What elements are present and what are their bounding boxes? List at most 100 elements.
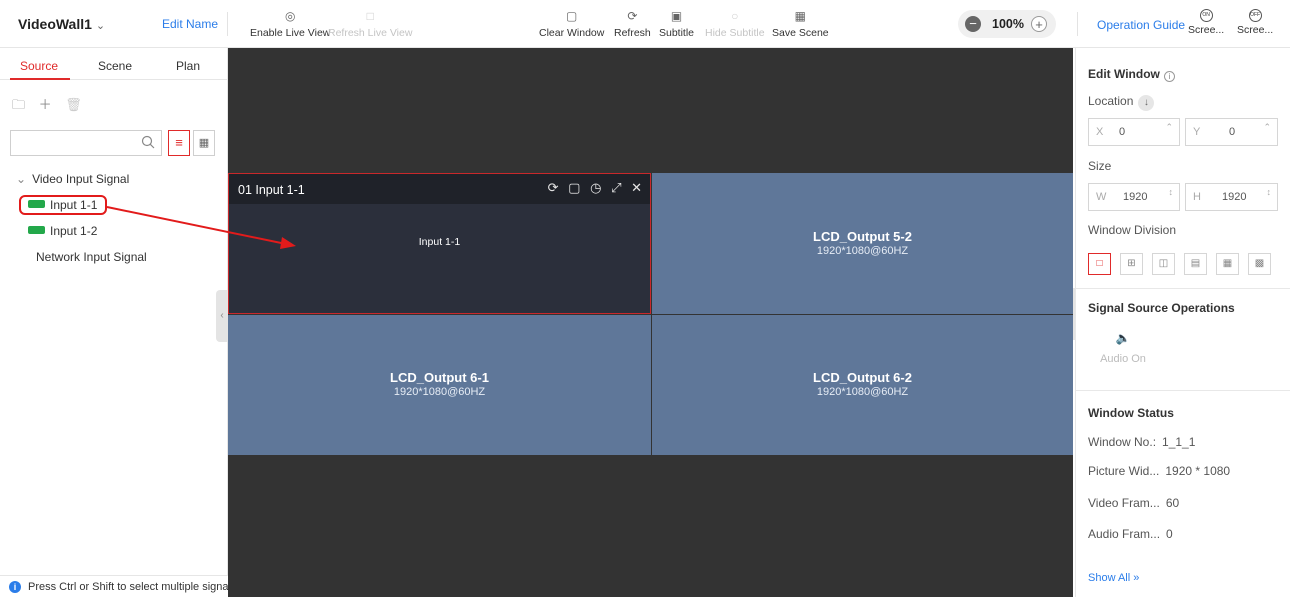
tree-item-input-1-2[interactable]: Input 1-2 — [28, 224, 97, 238]
maximize-icon[interactable]: ⤢ — [611, 180, 621, 195]
close-icon[interactable]: ✕ — [631, 180, 642, 195]
collapse-left-handle[interactable]: ‹ — [216, 290, 228, 342]
window-title: 01 Input 1-1 — [238, 183, 305, 197]
grid-view-button[interactable]: ▦ — [193, 130, 215, 156]
hide-subtitle-button[interactable]: ○ Hide Subtitle — [705, 8, 765, 39]
screen-resolution: 1920*1080@60HZ — [816, 245, 909, 257]
window-header: 01 Input 1-1 ⟳ ▢ ◷ ⤢ ✕ — [229, 174, 650, 204]
screen-on-button[interactable]: ON Scree... — [1188, 9, 1224, 36]
tree-item-input-1-1[interactable]: Input 1-1 — [28, 198, 97, 212]
audio-on-label: Audio On — [1100, 353, 1146, 365]
screen-resolution: 1920*1080@60HZ — [393, 386, 486, 398]
division-4-button[interactable]: ⊞ — [1120, 253, 1143, 275]
operation-guide-link[interactable]: Operation Guide — [1097, 18, 1185, 32]
status-window-no: Window No.: 1_1_1 — [1088, 435, 1195, 449]
tree-item-network-input[interactable]: Network Input Signal — [36, 250, 147, 264]
save-scene-button[interactable]: ▦ Save Scene — [772, 8, 829, 39]
enable-live-view-label: Enable Live View — [250, 27, 331, 39]
window-controls: ⟳ ▢ ◷ ⤢ ✕ — [542, 180, 642, 196]
screen-lcd-output-5-2[interactable]: LCD_Output 5-2 1920*1080@60HZ — [652, 173, 1073, 314]
zoom-in-button[interactable]: + — [1031, 16, 1047, 32]
stepper-icon[interactable]: ↕ — [1267, 187, 1272, 197]
top-toolbar: VideoWall1 ⌄ Edit Name ◎ Enable Live View… — [0, 0, 1290, 48]
power-on-icon: ON — [1199, 9, 1213, 22]
status-label: Audio Fram... — [1088, 527, 1161, 541]
signal-ops-title: Signal Source Operations — [1088, 301, 1235, 315]
download-icon[interactable]: ↓ — [1138, 95, 1155, 111]
size-label: Size — [1088, 159, 1112, 173]
x-position-input[interactable]: X 0 ⌃ — [1088, 118, 1180, 146]
search-input[interactable] — [10, 130, 162, 156]
screen-resolution: 1920*1080@60HZ — [816, 386, 909, 398]
tab-plan[interactable]: Plan — [176, 59, 200, 73]
toolbar-divider — [227, 12, 228, 36]
h-value: 1920 — [1222, 191, 1247, 203]
screen-lcd-output-6-1[interactable]: LCD_Output 6-1 1920*1080@60HZ — [228, 315, 651, 455]
enable-live-view-button[interactable]: ◎ Enable Live View — [250, 8, 330, 39]
videowall-selector[interactable]: VideoWall1 ⌄ — [18, 16, 105, 32]
tree-item-label: Network Input Signal — [36, 250, 147, 264]
zoom-out-button[interactable]: − — [965, 16, 981, 32]
refresh-live-view-label: Refresh Live View — [328, 27, 413, 39]
y-position-input[interactable]: Y 0 ⌃ — [1185, 118, 1278, 146]
screen-name: LCD_Output 5-2 — [813, 229, 912, 244]
x-value: 0 — [1119, 126, 1126, 138]
save-scene-label: Save Scene — [772, 27, 829, 39]
audio-on-button[interactable]: 🔈 Audio On — [1088, 331, 1158, 365]
h-label: H — [1193, 191, 1201, 203]
delete-icon[interactable]: 🗑 — [65, 97, 82, 112]
tab-scene[interactable]: Scene — [98, 59, 132, 73]
clear-window-button[interactable]: ▢ Clear Window — [539, 8, 604, 39]
screen-off-button[interactable]: OFF Scree... — [1237, 9, 1273, 36]
division-pip-button[interactable]: ◫ — [1152, 253, 1175, 275]
info-circle-icon[interactable]: i — [1163, 71, 1175, 82]
division-9-button[interactable]: ▩ — [1248, 253, 1271, 275]
videowall-name: VideoWall1 — [18, 16, 92, 32]
eye-icon: ◎ — [284, 9, 296, 23]
division-1-button[interactable]: □ — [1088, 253, 1111, 275]
tab-source[interactable]: Source — [20, 59, 58, 73]
refresh-button[interactable]: ⟳ Refresh — [614, 8, 651, 39]
subtitle-button[interactable]: ▣ Subtitle — [659, 8, 694, 39]
status-value: 1920 * 1080 — [1165, 464, 1231, 478]
clear-window-label: Clear Window — [539, 27, 605, 39]
edit-name-link[interactable]: Edit Name — [162, 17, 218, 31]
division-bottom-button[interactable]: ▤ — [1184, 253, 1207, 275]
stepper-icon[interactable]: ⌃ — [1165, 122, 1173, 133]
stepper-icon[interactable]: ↕ — [1169, 187, 1174, 197]
screen-off-label: Scree... — [1237, 24, 1274, 36]
location-label: Location — [1088, 94, 1134, 108]
list-view-button[interactable]: ≡ — [168, 130, 190, 156]
division-6-button[interactable]: ▦ — [1216, 253, 1239, 275]
w-value: 1920 — [1123, 191, 1148, 203]
height-input[interactable]: H 1920 ↕ — [1185, 183, 1278, 211]
add-icon[interactable]: ＋ — [39, 97, 52, 112]
chevron-down-icon: ⌄ — [16, 172, 27, 186]
width-input[interactable]: W 1920 ↕ — [1088, 183, 1180, 211]
edit-window-label: Edit Window — [1088, 67, 1160, 81]
status-label: Window No.: — [1088, 435, 1157, 449]
status-value: 1_1_1 — [1162, 435, 1196, 449]
w-label: W — [1096, 191, 1107, 203]
monitor-icon[interactable]: ▢ — [568, 180, 580, 195]
hide-subtitle-label: Hide Subtitle — [705, 27, 765, 39]
show-all-link[interactable]: Show All » — [1088, 572, 1139, 584]
status-label: Video Fram... — [1088, 496, 1160, 510]
y-label: Y — [1193, 126, 1201, 138]
window-status-title: Window Status — [1088, 406, 1174, 420]
add-group-icon[interactable]: 🗀 — [12, 97, 25, 112]
status-picture-width: Picture Wid... 1920 * 1080 — [1088, 464, 1230, 478]
save-icon: ▦ — [794, 9, 806, 23]
loop-icon[interactable]: ⟳ — [548, 180, 559, 195]
tree-group-video-input[interactable]: ⌄ Video Input Signal — [16, 172, 129, 186]
refresh-live-view-button[interactable]: □ Refresh Live View — [328, 8, 412, 39]
unlock-icon[interactable]: ◷ — [590, 180, 601, 195]
videowall-canvas[interactable]: 01 Input 1-1 ⟳ ▢ ◷ ⤢ ✕ Input 1-1 LCD_Out… — [228, 48, 1073, 597]
stepper-icon[interactable]: ⌃ — [1263, 122, 1271, 133]
status-label: Picture Wid... — [1088, 464, 1160, 478]
active-tab-indicator — [10, 78, 70, 80]
screen-lcd-output-6-2[interactable]: LCD_Output 6-2 1920*1080@60HZ — [652, 315, 1073, 455]
video-window[interactable]: 01 Input 1-1 ⟳ ▢ ◷ ⤢ ✕ Input 1-1 — [228, 173, 651, 314]
edit-window-title: Edit Window i — [1088, 67, 1175, 82]
properties-panel: Edit Window i Location ↓ X 0 ⌃ Y 0 ⌃ Size … — [1075, 48, 1290, 597]
